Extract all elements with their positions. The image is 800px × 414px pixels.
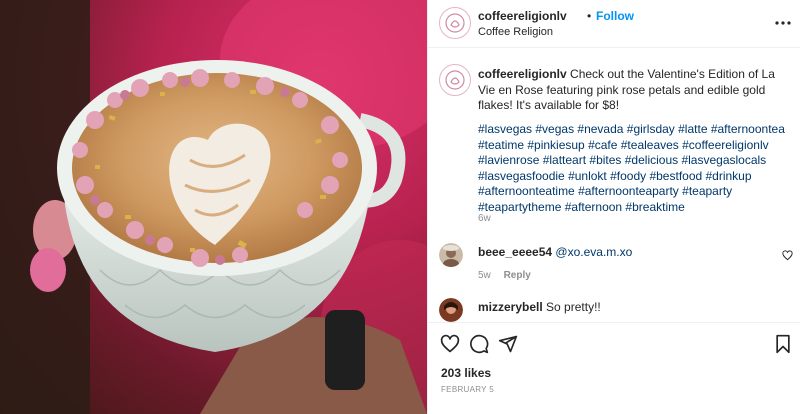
caption-username[interactable]: coffeereligionlv (478, 67, 567, 81)
post-details-panel: coffeereligionlv • Follow Coffee Religio… (427, 0, 800, 414)
follow-button[interactable]: Follow (596, 9, 634, 23)
comment-username[interactable]: beee_eeee54 (478, 245, 552, 259)
coffee-religion-logo-icon (445, 13, 465, 33)
avatar-photo-icon (439, 298, 463, 322)
comment-mention[interactable]: @xo.eva.m.xo (555, 245, 632, 259)
commenter-avatar[interactable] (439, 298, 463, 322)
comment-like-heart-icon[interactable] (782, 250, 793, 261)
comment-icon[interactable] (469, 334, 489, 354)
coffee-religion-logo-icon (445, 70, 465, 90)
comment-text: beee_eeee54 @xo.eva.m.xo (478, 245, 632, 259)
post-photo[interactable] (0, 0, 427, 414)
likes-count[interactable]: 203 likes (441, 366, 491, 380)
comment-body: So pretty!! (546, 300, 601, 314)
comment-meta: 5w Reply (478, 270, 531, 281)
share-icon[interactable] (498, 334, 518, 354)
post-date: FEBRUARY 5 (441, 385, 494, 394)
author-username[interactable]: coffeereligionlv (478, 9, 567, 23)
instagram-post: coffeereligionlv • Follow Coffee Religio… (0, 0, 800, 414)
post-age: 6w (478, 213, 491, 224)
heart-icon[interactable] (440, 334, 460, 354)
hashtags[interactable]: #lasvegas #vegas #nevada #girlsday #latt… (478, 122, 796, 215)
more-options-icon[interactable] (773, 13, 793, 33)
caption-avatar[interactable] (439, 64, 471, 96)
action-bar: 203 likes FEBRUARY 5 (428, 322, 800, 414)
post-location[interactable]: Coffee Religion (478, 26, 553, 38)
comment-username[interactable]: mizzerybell (478, 300, 543, 314)
post-header: coffeereligionlv • Follow Coffee Religio… (428, 0, 800, 48)
avatar-photo-icon (439, 243, 463, 267)
latte-image (0, 0, 427, 414)
comment-text: mizzerybell So pretty!! (478, 300, 601, 314)
author-avatar[interactable] (439, 7, 471, 39)
bookmark-icon[interactable] (773, 334, 793, 354)
commenter-avatar[interactable] (439, 243, 463, 267)
post-caption: coffeereligionlv Check out the Valentine… (478, 67, 793, 114)
comment-age: 5w (478, 270, 491, 281)
reply-button[interactable]: Reply (504, 270, 531, 281)
separator-dot: • (587, 9, 592, 23)
